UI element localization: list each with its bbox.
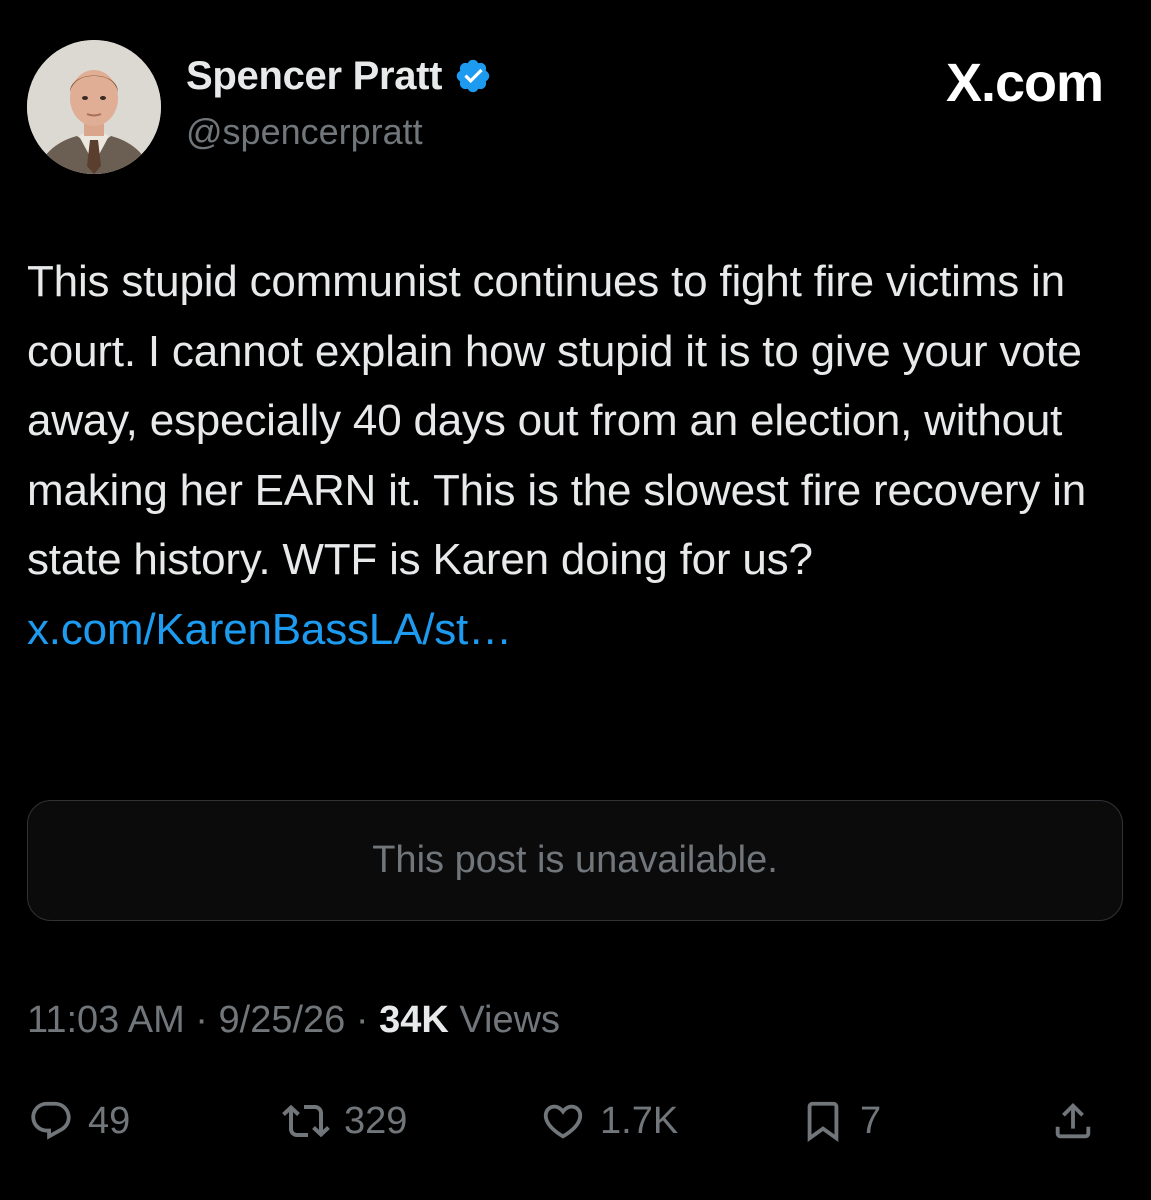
post-body: This stupid communist continues to fight… <box>27 257 1087 584</box>
like-button[interactable]: 1.7K <box>540 1086 678 1156</box>
reply-button[interactable]: 49 <box>28 1086 130 1156</box>
reply-icon <box>31 1101 71 1140</box>
bookmark-button[interactable]: 7 <box>800 1086 881 1156</box>
repost-icon <box>282 1104 330 1138</box>
reply-count: 49 <box>88 1099 131 1142</box>
post-date[interactable]: 9/25/26 <box>219 999 346 1041</box>
action-bar: 49 329 1.7K 7 <box>0 1086 1151 1156</box>
repost-button[interactable]: 329 <box>282 1086 407 1156</box>
author-name-row[interactable]: Spencer Pratt <box>186 52 492 100</box>
post-meta: 11:03 AM · 9/25/26 · 34K Views <box>27 996 560 1044</box>
views-count: 34K <box>379 999 449 1041</box>
post-time[interactable]: 11:03 AM <box>27 999 185 1041</box>
avatar[interactable] <box>27 40 161 174</box>
author-display-name[interactable]: Spencer Pratt <box>186 52 443 100</box>
meta-separator: · <box>345 999 380 1041</box>
verified-badge-icon <box>456 59 490 93</box>
share-icon <box>1055 1102 1091 1139</box>
meta-separator: · <box>184 999 219 1041</box>
post-text: This stupid communist continues to fight… <box>27 247 1137 664</box>
bookmark-count: 7 <box>860 1099 882 1142</box>
author-handle[interactable]: @spencerpratt <box>186 110 423 154</box>
post-link[interactable]: x.com/KarenBassLA/st… <box>27 605 512 654</box>
tweet: Spencer Pratt @spencerpratt X.com This s… <box>0 0 1151 1200</box>
bookmark-icon <box>807 1101 839 1142</box>
repost-count: 329 <box>344 1099 408 1142</box>
x-com-logo: X.com <box>945 53 1104 113</box>
share-button[interactable] <box>1050 1086 1096 1156</box>
views-label: Views <box>448 999 561 1041</box>
like-icon <box>543 1104 583 1139</box>
profile-photo-icon <box>27 40 161 174</box>
like-count: 1.7K <box>600 1099 679 1142</box>
quoted-post-card: This post is unavailable. <box>27 800 1123 921</box>
unavailable-message: This post is unavailable. <box>372 839 778 881</box>
